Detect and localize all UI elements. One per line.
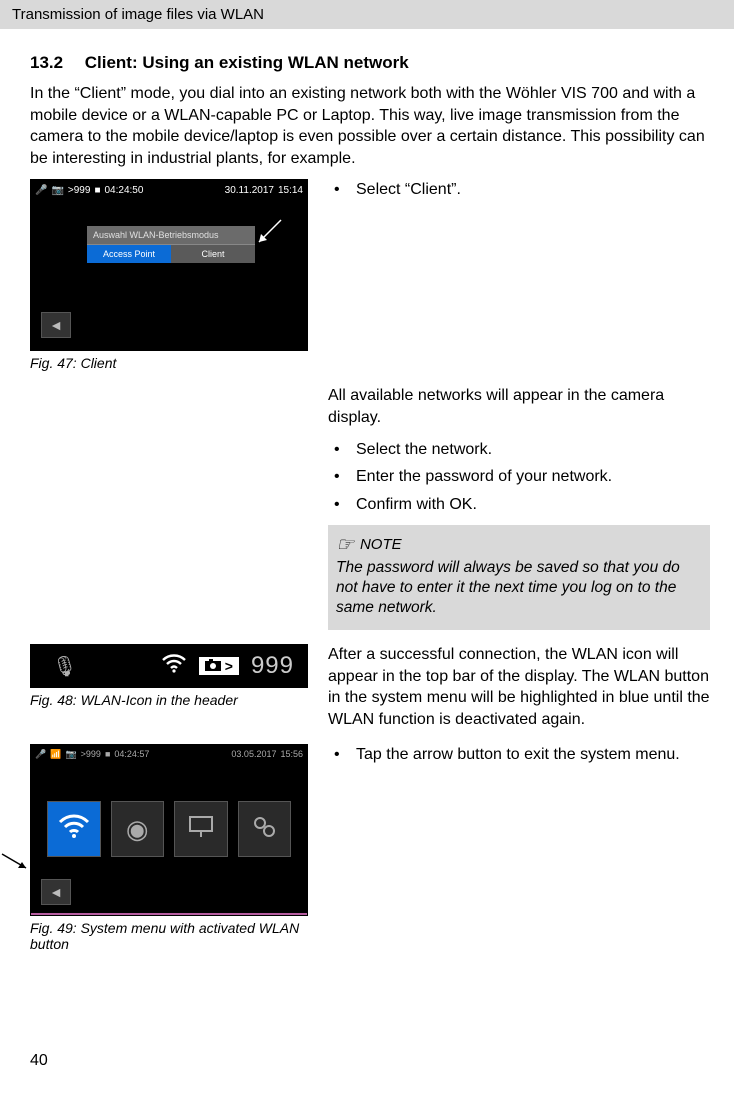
- microphone-icon: 🎙: [52, 654, 77, 679]
- wifi-small-icon: 📶: [50, 749, 61, 760]
- fig48-caption: Fig. 48: WLAN-Icon in the header: [30, 692, 310, 708]
- fig49-count: >999: [81, 749, 101, 759]
- row-fig48: 🎙 > 999 Fig. 4: [30, 644, 710, 730]
- row-fig49: 🎤 📶 📷 >999 ■ 04:24:57 03.05.2017 15:56: [30, 744, 710, 952]
- mic-icon: 🎤: [35, 185, 47, 196]
- record-menu-button[interactable]: ◉: [111, 801, 165, 857]
- image-count: 999: [251, 652, 294, 680]
- wifi-icon: [57, 812, 91, 847]
- fig49-topbar: 🎤 📶 📷 >999 ■ 04:24:57 03.05.2017 15:56: [31, 745, 307, 763]
- page-content: 13.2 Client: Using an existing WLAN netw…: [0, 29, 734, 952]
- fig49-rec: 04:24:57: [114, 749, 149, 759]
- note-box: ☞ NOTE The password will always be saved…: [328, 525, 710, 630]
- pointing-hand-icon: ☞: [336, 535, 354, 555]
- fig47-rec: 04:24:50: [104, 185, 143, 196]
- bullet-tap-arrow: Tap the arrow button to exit the system …: [328, 744, 710, 766]
- section-title: Client: Using an existing WLAN network: [85, 53, 409, 72]
- camera-icon: 📷: [51, 185, 63, 196]
- callout-arrow-icon: [255, 218, 283, 251]
- intro-paragraph: In the “Client” mode, you dial into an e…: [30, 83, 710, 169]
- wlan-menu-button[interactable]: [47, 801, 101, 857]
- brightness-icon: [186, 813, 216, 846]
- bullet-select-client: Select “Client”.: [328, 179, 710, 201]
- external-arrow-icon: [0, 852, 30, 877]
- wlan-mode-modal: Auswahl WLAN-Betriebsmodus Access Point …: [87, 226, 255, 263]
- bullet-confirm-ok: Confirm with OK.: [328, 494, 710, 516]
- modal-title: Auswahl WLAN-Betriebsmodus: [87, 226, 255, 245]
- fig48-header-strip: 🎙 > 999: [30, 644, 308, 688]
- wifi-icon: [161, 652, 187, 680]
- back-arrow-icon: ◄: [49, 884, 63, 900]
- fig47-topbar: 🎤 📷 >999 ■ 04:24:50 30.11.2017 15:14: [31, 180, 307, 200]
- fig49-time: 15:56: [280, 749, 303, 759]
- back-button[interactable]: ◄: [41, 312, 71, 338]
- option-access-point[interactable]: Access Point: [87, 245, 171, 263]
- fig49-date: 03.05.2017: [231, 749, 276, 759]
- rec-icon: ■: [94, 185, 100, 196]
- fig49-caption: Fig. 49: System menu with activated WLAN…: [30, 920, 310, 952]
- wlan-success-paragraph: After a successful connection, the WLAN …: [328, 644, 710, 730]
- fig47-column: 🎤 📷 >999 ■ 04:24:50 30.11.2017 15:14 Aus…: [30, 179, 310, 371]
- record-icon: ◉: [126, 814, 149, 845]
- fig47-count: >999: [68, 185, 91, 196]
- fig48-column: 🎙 > 999 Fig. 4: [30, 644, 310, 730]
- decorative-border: [31, 913, 307, 915]
- bullet-select-network: Select the network.: [328, 439, 710, 461]
- fig47-screenshot: 🎤 📷 >999 ■ 04:24:50 30.11.2017 15:14 Aus…: [30, 179, 308, 351]
- camera-badge: >: [199, 657, 239, 675]
- running-header: Transmission of image files via WLAN: [0, 0, 734, 29]
- mic-icon: 🎤: [35, 749, 46, 760]
- row-fig47: 🎤 📷 >999 ■ 04:24:50 30.11.2017 15:14 Aus…: [30, 179, 710, 371]
- camera-icon: [205, 658, 221, 674]
- note-label: NOTE: [360, 535, 402, 555]
- section-heading: 13.2 Client: Using an existing WLAN netw…: [30, 53, 710, 73]
- networks-intro: All available networks will appear in th…: [328, 385, 710, 428]
- back-arrow-icon: ◄: [49, 317, 63, 333]
- note-body: The password will always be saved so tha…: [336, 558, 702, 618]
- fig47-caption: Fig. 47: Client: [30, 355, 310, 371]
- row-steps: All available networks will appear in th…: [30, 385, 710, 630]
- fig47-time: 15:14: [278, 185, 303, 196]
- section-number: 13.2: [30, 53, 80, 73]
- fig49-screenshot: 🎤 📶 📷 >999 ■ 04:24:57 03.05.2017 15:56: [30, 744, 308, 916]
- rec-icon: ■: [105, 749, 110, 759]
- fig47-date: 30.11.2017: [225, 185, 274, 196]
- fig49-column: 🎤 📶 📷 >999 ■ 04:24:57 03.05.2017 15:56: [30, 744, 310, 952]
- gear-icon: [249, 812, 279, 847]
- system-menu-row: ◉: [47, 801, 291, 857]
- gt-symbol: >: [225, 658, 233, 674]
- page-number: 40: [30, 1052, 48, 1070]
- camera-icon: 📷: [65, 749, 76, 760]
- display-menu-button[interactable]: [174, 801, 228, 857]
- settings-menu-button[interactable]: [238, 801, 292, 857]
- option-client[interactable]: Client: [171, 245, 255, 263]
- back-button[interactable]: ◄: [41, 879, 71, 905]
- bullet-enter-password: Enter the password of your network.: [328, 466, 710, 488]
- note-heading: ☞ NOTE: [336, 535, 702, 555]
